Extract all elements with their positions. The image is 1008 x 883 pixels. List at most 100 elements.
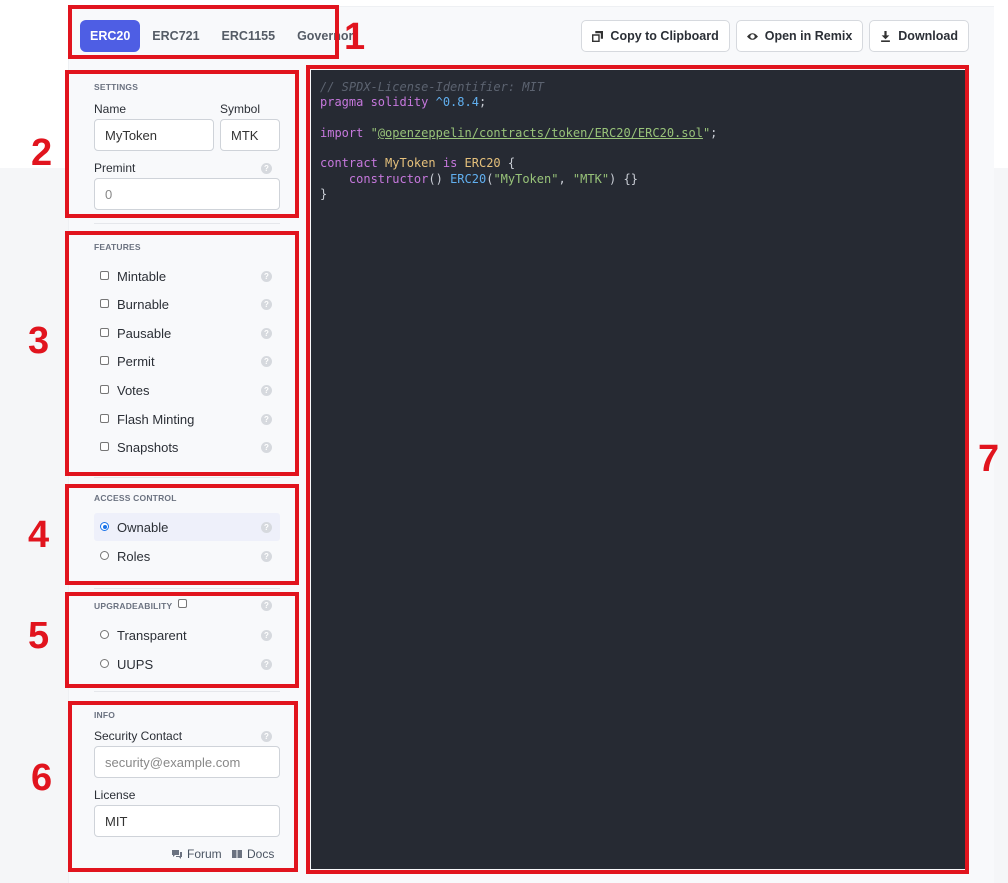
burnable-checkbox[interactable] — [100, 299, 109, 308]
code-is-keyword: is — [442, 156, 458, 171]
ownable-radio[interactable] — [100, 522, 109, 531]
feature-snapshots[interactable]: Snapshots? — [94, 433, 280, 461]
symbol-input[interactable]: MTK — [220, 119, 280, 151]
feature-label: Snapshots — [117, 440, 179, 455]
divider — [94, 691, 280, 692]
feature-mintable[interactable]: Mintable? — [94, 262, 280, 290]
premint-label: Premint — [94, 161, 136, 175]
help-icon[interactable]: ? — [261, 630, 272, 641]
roles-radio[interactable] — [100, 551, 109, 560]
settings-heading: SETTINGS — [94, 82, 139, 92]
code-arg-symbol: "MTK" — [572, 171, 610, 186]
feature-burnable[interactable]: Burnable? — [94, 290, 280, 318]
votes-checkbox[interactable] — [100, 385, 109, 394]
security-contact-label: Security Contact — [94, 729, 183, 743]
download-icon — [881, 30, 891, 42]
annotation-number-7: 7 — [978, 438, 1000, 480]
upgrade-label: Transparent — [117, 628, 187, 643]
feature-flash-minting[interactable]: Flash Minting? — [94, 405, 280, 433]
feature-permit[interactable]: Permit? — [94, 347, 280, 375]
security-contact-input[interactable]: security@example.com — [94, 746, 280, 778]
upgrade-label: UUPS — [117, 657, 154, 672]
upgrade-uups[interactable]: UUPS? — [94, 650, 280, 678]
contract-tabs: ERC20 ERC721 ERC1155 Governor — [80, 20, 363, 52]
code-editor[interactable]: // SPDX-License-Identifier: MIT pragma s… — [311, 70, 965, 869]
upgrade-transparent[interactable]: Transparent? — [94, 621, 280, 649]
help-icon[interactable]: ? — [261, 551, 272, 562]
copy-label: Copy to Clipboard — [610, 29, 719, 43]
open-in-remix-button[interactable]: Open in Remix — [735, 20, 864, 52]
tab-erc721[interactable]: ERC721 — [142, 20, 209, 52]
annotation-number-6: 6 — [31, 757, 53, 799]
download-button[interactable]: Download — [869, 20, 969, 52]
feature-label: Votes — [117, 383, 150, 398]
divider — [94, 223, 280, 224]
help-icon[interactable]: ? — [261, 271, 272, 282]
help-icon[interactable]: ? — [261, 299, 272, 310]
mintable-checkbox[interactable] — [100, 271, 109, 280]
docs-link[interactable]: Docs — [232, 847, 274, 861]
help-icon[interactable]: ? — [261, 328, 272, 339]
flash-minting-checkbox[interactable] — [100, 414, 109, 423]
access-roles[interactable]: Roles? — [94, 542, 280, 570]
license-label: License — [94, 788, 136, 802]
download-label: Download — [898, 29, 958, 43]
code-pragma: pragma solidity — [320, 95, 429, 110]
help-icon[interactable]: ? — [261, 659, 272, 670]
help-icon[interactable]: ? — [261, 442, 272, 453]
divider — [94, 588, 280, 589]
tab-erc1155[interactable]: ERC1155 — [212, 20, 286, 52]
transparent-radio[interactable] — [100, 630, 109, 639]
premint-input[interactable]: 0 — [94, 178, 280, 210]
annotation-number-2: 2 — [31, 132, 53, 174]
permit-checkbox[interactable] — [100, 356, 109, 365]
access-control-heading: ACCESS CONTROL — [94, 493, 177, 503]
code-ctor-base: ERC20 — [450, 171, 487, 186]
help-icon[interactable]: ? — [261, 356, 272, 367]
upgradeability-help-icon[interactable]: ? — [261, 600, 272, 611]
help-icon[interactable]: ? — [261, 385, 272, 396]
forum-link[interactable]: Forum — [172, 847, 222, 861]
code-version: ^0.8.4 — [435, 95, 479, 110]
license-input[interactable]: MIT — [94, 805, 280, 837]
remix-icon — [746, 32, 758, 40]
access-label: Ownable — [117, 520, 169, 535]
help-icon[interactable]: ? — [261, 414, 272, 425]
feature-label: Pausable — [117, 326, 172, 341]
feature-votes[interactable]: Votes? — [94, 376, 280, 404]
upgradeability-checkbox[interactable] — [178, 599, 187, 608]
code-contract-keyword: contract — [320, 156, 378, 171]
access-label: Roles — [117, 549, 151, 564]
premint-help-icon[interactable]: ? — [261, 163, 272, 174]
annotation-number-5: 5 — [28, 615, 50, 657]
annotation-number-4: 4 — [28, 514, 50, 556]
snapshots-checkbox[interactable] — [100, 442, 109, 451]
security-help-icon[interactable]: ? — [261, 731, 272, 742]
symbol-label: Symbol — [220, 102, 261, 116]
copy-button[interactable]: Copy to Clipboard — [581, 20, 730, 52]
feature-pausable[interactable]: Pausable? — [94, 319, 280, 347]
tab-erc20[interactable]: ERC20 — [80, 20, 141, 52]
toolbar: Copy to Clipboard Open in Remix Download — [581, 20, 969, 52]
forum-icon — [172, 850, 182, 859]
code-constructor: constructor — [348, 171, 429, 186]
copy-icon — [592, 30, 604, 42]
code-import-keyword: import — [320, 125, 364, 140]
annotation-number-3: 3 — [28, 320, 50, 362]
feature-label: Flash Minting — [117, 412, 195, 427]
code-base-contract: ERC20 — [464, 156, 501, 171]
access-ownable[interactable]: Ownable? — [94, 513, 280, 541]
divider — [94, 477, 280, 478]
code-import-path[interactable]: @openzeppelin/contracts/token/ERC20/ERC2… — [378, 126, 703, 140]
code-arg-name: "MyToken" — [493, 171, 559, 186]
pausable-checkbox[interactable] — [100, 328, 109, 337]
forum-label: Forum — [187, 847, 222, 861]
docs-label: Docs — [247, 847, 275, 861]
upgradeability-heading: UPGRADEABILITY — [94, 601, 173, 611]
name-input[interactable]: MyToken — [94, 119, 214, 151]
feature-label: Burnable — [117, 297, 170, 312]
uups-radio[interactable] — [100, 659, 109, 668]
annotation-number-1: 1 — [344, 16, 366, 58]
help-icon[interactable]: ? — [261, 522, 272, 533]
remix-label: Open in Remix — [764, 29, 853, 43]
